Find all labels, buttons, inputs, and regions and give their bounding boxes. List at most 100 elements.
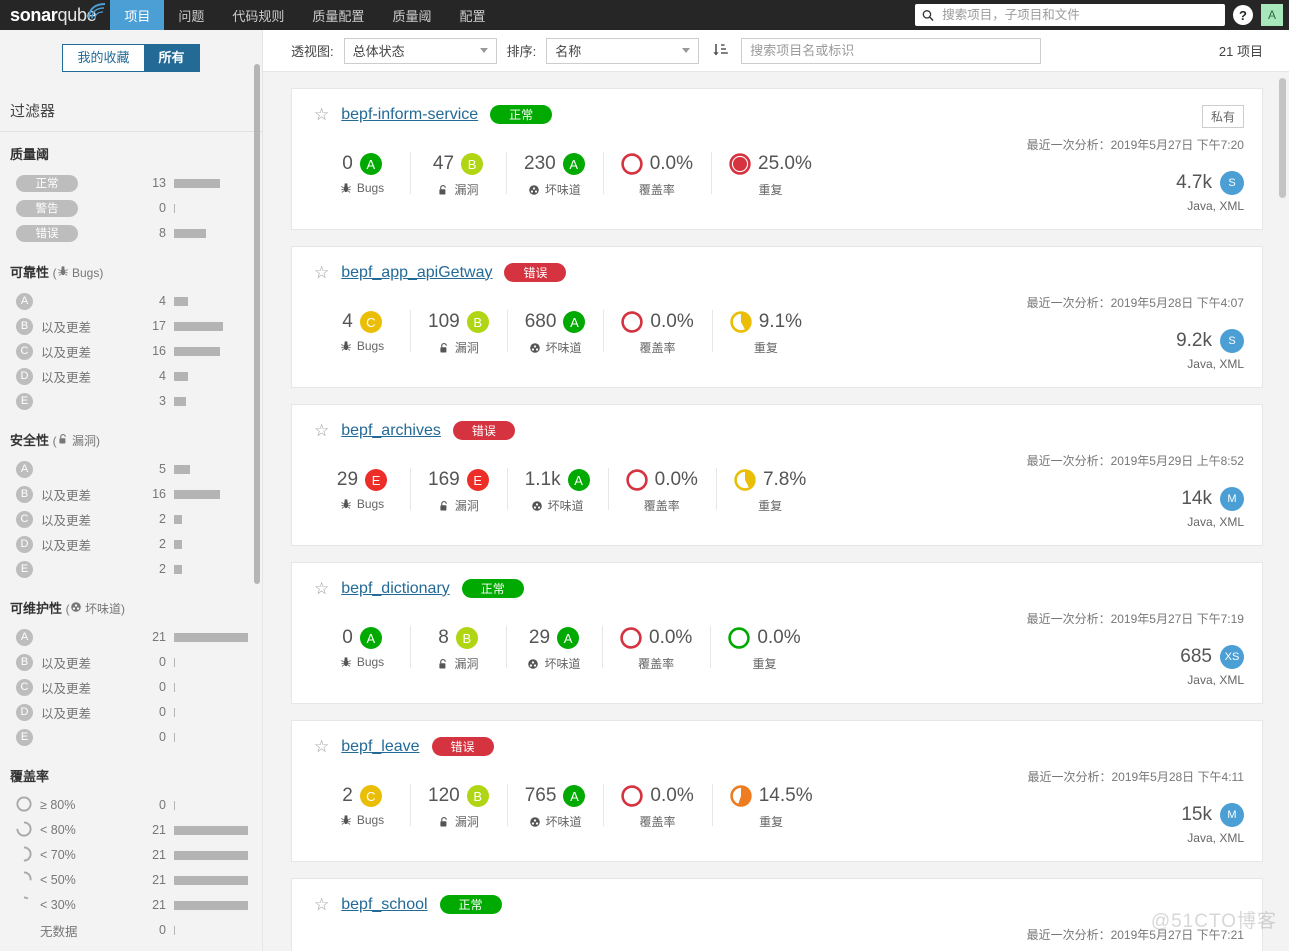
metric-vulnerabilities[interactable]: 47 B 漏洞	[410, 150, 506, 198]
toggle-all-projects[interactable]: 所有	[144, 44, 200, 72]
nav-item-rules[interactable]: 代码规则	[218, 0, 298, 30]
metric-code-smells[interactable]: 230 A 坏味道	[506, 150, 603, 198]
sidebar-scrollbar[interactable]	[254, 64, 260, 584]
facet-row-reliability-D[interactable]: D 以及更差 4	[10, 364, 252, 389]
facet-row-coverage-5[interactable]: 无数据 0	[10, 918, 252, 943]
metric-coverage[interactable]: 0.0% 覆盖率	[602, 150, 711, 198]
metric-duplications[interactable]: 7.8% 重复	[715, 466, 824, 514]
facet-subtitle: ( 坏味道)	[65, 601, 125, 616]
metric-code-smells[interactable]: 765 A 坏味道	[506, 782, 604, 830]
metric-duplications[interactable]: 0.0% 重复	[710, 624, 818, 672]
page-body: 我的收藏 所有 过滤器 质量阈 正常 13 警告 0 错误 8 可靠性 ( Bugs) A 4 B 以…	[0, 30, 1289, 951]
facet-row-reliability-C[interactable]: C 以及更差 16	[10, 339, 252, 364]
main-scrollbar[interactable]	[1279, 78, 1286, 198]
project-languages: Java, XML	[1187, 673, 1244, 687]
metric-label: Bugs	[340, 655, 384, 669]
metric-vulnerabilities[interactable]: 120 B 漏洞	[410, 782, 507, 830]
nav-item-issues[interactable]: 问题	[164, 0, 218, 30]
favorite-star-icon[interactable]: ☆	[314, 738, 329, 755]
perspective-select[interactable]: 总体状态	[343, 37, 497, 64]
favorite-star-icon[interactable]: ☆	[314, 580, 329, 597]
facet-row-security-D[interactable]: D 以及更差 2	[10, 532, 252, 557]
facet-row-maintainability-A[interactable]: A 21	[10, 625, 252, 650]
metric-duplications[interactable]: 14.5% 重复	[711, 782, 831, 830]
facet-row-coverage-50[interactable]: < 50% 21	[10, 868, 252, 893]
help-icon[interactable]: ?	[1233, 5, 1253, 25]
rating-circle-B: B	[16, 653, 33, 671]
project-name-link[interactable]: bepf_dictionary	[341, 580, 450, 598]
facet-row-reliability-B[interactable]: B 以及更差 17	[10, 314, 252, 339]
facet-row-coverage-80[interactable]: < 80% 21	[10, 818, 252, 843]
nav-item-administration[interactable]: 配置	[445, 0, 499, 30]
facet-row-maintainability-D[interactable]: D 以及更差 0	[10, 700, 252, 725]
facet-row-maintainability-E[interactable]: E0	[10, 725, 252, 750]
rating-badge-C: C	[359, 785, 382, 807]
project-name-link[interactable]: bepf_leave	[341, 738, 419, 756]
project-search-input[interactable]	[741, 37, 1042, 64]
facet-row-security-E[interactable]: E2	[10, 557, 252, 582]
metric-coverage[interactable]: 0.0% 覆盖率	[602, 624, 710, 672]
metric-bugs[interactable]: 0 A Bugs	[314, 150, 410, 195]
metric-vulnerabilities[interactable]: 8 B 漏洞	[410, 624, 506, 672]
facet-row-label: C 以及更差	[16, 678, 91, 697]
facet-row-reliability-A[interactable]: A4	[10, 289, 252, 314]
metric-vulnerabilities[interactable]: 169 E 漏洞	[410, 466, 507, 514]
nav-item-quality-profiles[interactable]: 质量配置	[298, 0, 378, 30]
favorite-star-icon[interactable]: ☆	[314, 422, 329, 439]
facet-row-coverage-70[interactable]: < 70% 21	[10, 843, 252, 868]
metric-code-smells[interactable]: 29 A 坏味道	[506, 624, 602, 672]
facet-row-security-A[interactable]: A5	[10, 457, 252, 482]
metric-label: 重复	[754, 339, 778, 356]
facet-row-count: 0	[159, 705, 166, 720]
facet-row-maintainability-B[interactable]: B 以及更差 0	[10, 650, 252, 675]
facet-row-bar	[174, 925, 252, 935]
metric-bugs[interactable]: 4 C Bugs	[314, 308, 410, 353]
facet-row-suffix: 以及更差	[41, 345, 92, 360]
metric-bugs[interactable]: 29 E Bugs	[314, 466, 410, 511]
metric-coverage[interactable]: 0.0% 覆盖率	[603, 782, 711, 830]
nav-item-projects[interactable]: 项目	[110, 0, 165, 30]
sonarqube-logo[interactable]: sonar qube	[0, 0, 110, 30]
global-search-box[interactable]	[915, 4, 1225, 26]
favorite-star-icon[interactable]: ☆	[314, 264, 329, 281]
facet-row-bar	[174, 464, 252, 474]
metric-code-smells[interactable]: 1.1k A 坏味道	[506, 466, 608, 514]
metric-value-row: 8B	[438, 624, 478, 652]
project-name-link[interactable]: bepf_school	[341, 896, 427, 914]
sort-direction-button[interactable]	[709, 39, 731, 63]
project-languages: Java, XML	[1187, 515, 1244, 529]
facet-row-security-C[interactable]: C 以及更差 2	[10, 507, 252, 532]
metric-bugs[interactable]: 0 A Bugs	[314, 624, 410, 669]
global-search-input[interactable]	[940, 7, 1218, 23]
size-badge: M	[1220, 487, 1244, 511]
metric-coverage[interactable]: 0.0% 覆盖率	[607, 466, 716, 514]
metric-value: 2	[342, 785, 353, 806]
project-name-link[interactable]: bepf_app_apiGetway	[341, 264, 492, 282]
favorite-star-icon[interactable]: ☆	[314, 896, 329, 913]
facet-row-reliability-E[interactable]: E3	[10, 389, 252, 414]
metric-bugs[interactable]: 2 C Bugs	[314, 782, 410, 827]
facet-row-coverage-80[interactable]: ≥ 80% 0	[10, 793, 252, 818]
facet-row-security-B[interactable]: B 以及更差 16	[10, 482, 252, 507]
favorite-star-icon[interactable]: ☆	[314, 106, 329, 123]
metric-code-smells[interactable]: 680 A 坏味道	[506, 308, 604, 356]
facet-row-quality-gate-0[interactable]: 正常 13	[10, 171, 252, 196]
user-avatar[interactable]: A	[1261, 4, 1283, 26]
facet-row-quality-gate-2[interactable]: 错误 8	[10, 221, 252, 246]
project-name-link[interactable]: bepf-inform-service	[341, 106, 478, 124]
metric-duplications[interactable]: 9.1% 重复	[711, 308, 820, 356]
toggle-my-favorites[interactable]: 我的收藏	[62, 44, 145, 72]
metric-coverage[interactable]: 0.0% 覆盖率	[603, 308, 711, 356]
sort-select[interactable]: 名称	[546, 37, 700, 64]
metric-label-text: Bugs	[356, 497, 385, 511]
facet-row-maintainability-C[interactable]: C 以及更差 0	[10, 675, 252, 700]
metric-vulnerabilities[interactable]: 109 B 漏洞	[410, 308, 507, 356]
metric-value: 0.0%	[757, 627, 801, 648]
nav-item-quality-gates[interactable]: 质量阈	[378, 0, 445, 30]
metric-label: Bugs	[340, 339, 384, 353]
metric-label-text: 坏味道	[547, 499, 584, 513]
facet-row-quality-gate-1[interactable]: 警告 0	[10, 196, 252, 221]
metric-duplications[interactable]: 25.0% 重复	[711, 150, 830, 198]
facet-row-coverage-30[interactable]: < 30% 21	[10, 893, 252, 918]
project-name-link[interactable]: bepf_archives	[341, 422, 441, 440]
